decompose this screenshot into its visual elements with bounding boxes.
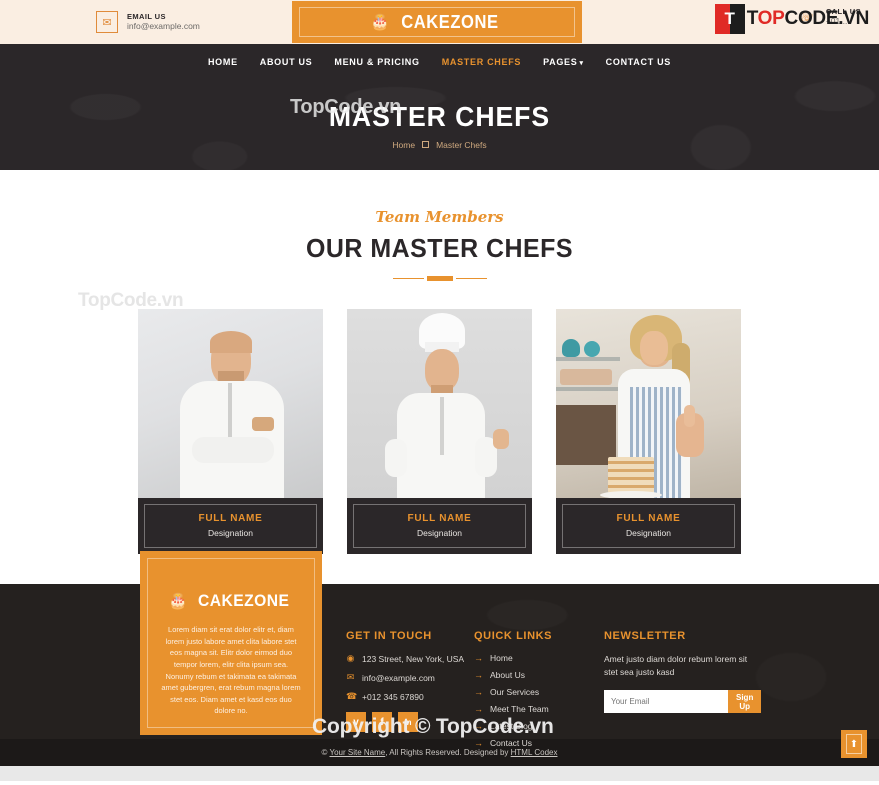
arrow-right-icon: → <box>474 721 483 731</box>
footer-newsletter: NEWSLETTER Amet justo diam dolor rebum l… <box>604 584 762 755</box>
topcode-watermark-logo: T TOPCODE.VN <box>714 4 870 34</box>
envelope-icon: ✉ <box>96 11 118 33</box>
arrow-right-icon: → <box>474 704 483 714</box>
email-value[interactable]: info@example.com <box>127 21 200 32</box>
breadcrumb: Home Master Chefs <box>392 140 486 150</box>
birthday-cake-icon: 🎂 <box>370 13 390 31</box>
nav-item-contact-us[interactable]: CONTACT US <box>606 57 671 67</box>
footer-about-text: Lorem diam sit erat dolor elitr et, diam… <box>161 625 301 716</box>
nav-item-menu-pricing[interactable]: MENU & PRICING <box>334 57 419 67</box>
quick-link-contact-us[interactable]: → Contact Us <box>474 738 604 748</box>
chef-card[interactable]: FULL NAME Designation <box>556 309 741 554</box>
chef-designation: Designation <box>626 528 671 538</box>
back-to-top-button[interactable]: ⬆ <box>841 730 867 758</box>
chef-card-list: FULL NAME Designation FULL NAME Designat… <box>0 309 879 554</box>
quick-links-heading: QUICK LINKS <box>474 630 553 642</box>
nav-item-master-chefs[interactable]: MASTER CHEFS <box>442 57 521 67</box>
newsletter-signup-button[interactable]: Sign Up <box>728 690 762 714</box>
title-divider <box>393 275 487 281</box>
arrow-right-icon: → <box>474 738 483 748</box>
envelope-icon: ✉ <box>346 672 355 682</box>
nav-item-about-us[interactable]: ABOUT US <box>260 57 313 67</box>
quick-link-about-us[interactable]: → About Us <box>474 670 604 680</box>
get-in-touch-heading: GET IN TOUCH <box>346 630 432 642</box>
footer-email[interactable]: ✉ info@example.com <box>346 672 474 683</box>
footer-phone[interactable]: ☎ +012 345 67890 <box>346 691 474 702</box>
chef-photo-3 <box>556 309 741 498</box>
phone-icon: ☎ <box>346 691 358 701</box>
chef-card[interactable]: FULL NAME Designation <box>138 309 323 554</box>
nav-item-home[interactable]: HOME <box>208 57 238 67</box>
newsletter-heading: NEWSLETTER <box>604 630 686 642</box>
footer-address: ◉ 123 Street, New York, USA <box>346 653 465 664</box>
chef-designation: Designation <box>208 528 253 538</box>
birthday-cake-icon: 🎂 <box>168 592 188 610</box>
square-icon <box>422 141 430 148</box>
site-logo-text: CAKEZONE <box>401 11 500 32</box>
main-navigation: HOME ABOUT US MENU & PRICING MASTER CHEF… <box>0 44 879 80</box>
arrow-right-icon: → <box>474 687 483 697</box>
site-footer: 🎂 CAKEZONE Lorem diam sit erat dolor eli… <box>0 551 879 748</box>
chef-name: FULL NAME <box>616 513 681 524</box>
section-title: OUR MASTER CHEFS <box>306 233 573 263</box>
location-pin-icon: ◉ <box>346 653 355 663</box>
chef-photo-1 <box>138 309 323 498</box>
chef-name: FULL NAME <box>198 513 263 524</box>
social-links: ᴠ f in <box>346 712 474 732</box>
nav-item-pages[interactable]: PAGES ▾ <box>543 57 584 67</box>
arrow-right-icon: → <box>474 653 483 663</box>
team-section: Team Members OUR MASTER CHEFS FULL NAME … <box>0 170 879 554</box>
topbar-email-block: ✉ EMAIL US info@example.com <box>96 11 200 33</box>
nav-pages-label: PAGES <box>543 57 578 67</box>
quick-link-our-services[interactable]: → Our Services <box>474 687 604 697</box>
breadcrumb-current: Master Chefs <box>436 139 487 150</box>
quick-link-latest-blog[interactable]: → Latest Blog <box>474 721 604 731</box>
page-hero: MASTER CHEFS Home Master Chefs TopCode.v… <box>0 80 879 170</box>
footer-logo-panel: 🎂 CAKEZONE Lorem diam sit erat dolor eli… <box>140 551 322 735</box>
site-logo[interactable]: 🎂 CAKEZONE <box>292 1 582 43</box>
chevron-down-icon: ▾ <box>579 60 584 67</box>
section-subtitle: Team Members <box>375 208 504 226</box>
chef-card[interactable]: FULL NAME Designation <box>347 309 532 554</box>
page-bottom-strip <box>0 766 879 781</box>
newsletter-form: Sign Up <box>604 690 762 714</box>
arrow-up-icon: ⬆ <box>846 734 862 754</box>
quick-link-home[interactable]: → Home <box>474 653 604 663</box>
topcode-badge-icon: T <box>714 4 745 34</box>
linkedin-icon[interactable]: in <box>398 712 418 732</box>
quick-link-meet-the-team[interactable]: → Meet The Team <box>474 704 604 714</box>
twitter-icon[interactable]: ᴠ <box>346 712 366 732</box>
chef-name: FULL NAME <box>407 513 472 524</box>
topcode-watermark-text: TOPCODE.VN <box>746 8 870 29</box>
footer-quick-links: QUICK LINKS → Home → About Us → Our Service… <box>474 584 604 755</box>
newsletter-email-input[interactable] <box>604 690 728 714</box>
email-label: EMAIL US <box>127 12 166 21</box>
top-bar: ✉ EMAIL US info@example.com 🎂 CAKEZONE ☏… <box>0 0 879 44</box>
chef-designation: Designation <box>417 528 462 538</box>
footer-get-in-touch: GET IN TOUCH ◉ 123 Street, New York, USA… <box>346 584 474 755</box>
breadcrumb-home[interactable]: Home <box>392 140 415 150</box>
newsletter-text: Amet justo diam dolor rebum lorem sit st… <box>604 654 748 678</box>
facebook-icon[interactable]: f <box>372 712 392 732</box>
arrow-right-icon: → <box>474 670 483 680</box>
page-title: MASTER CHEFS <box>328 100 551 132</box>
footer-logo-text: CAKEZONE <box>198 591 290 610</box>
chef-photo-2 <box>347 309 532 498</box>
